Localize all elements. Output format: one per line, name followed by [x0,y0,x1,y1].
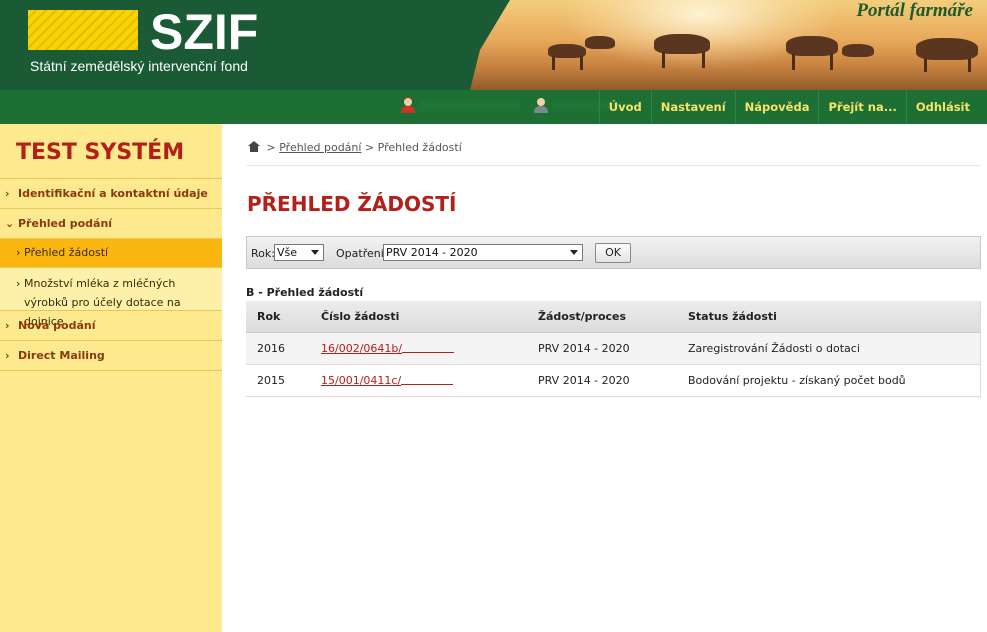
breadcrumb-current: Přehled žádostí [377,141,462,154]
sidebar-item-identifikace[interactable]: › Identifikační a kontaktní údaje [0,178,222,208]
request-number-link[interactable]: 16/002/0641b/ [321,342,402,355]
sidebar-item-label: Identifikační a kontaktní údaje [18,187,208,200]
home-icon[interactable] [248,141,260,152]
sidebar-item-direct-mailing[interactable]: › Direct Mailing [0,340,222,370]
sidebar: TEST SYSTÉM › Identifikační a kontaktní … [0,124,222,632]
cell-status: Bodování projektu - získaný počet bodů [688,374,906,387]
column-header-cislo: Číslo žádosti [321,310,400,323]
sidebar-item-label: Nová podání [18,319,96,332]
system-title: TEST SYSTÉM [16,140,185,165]
opatreni-select-value: PRV 2014 - 2020 [386,246,478,259]
breadcrumb: > Přehled podání > Přehled žádostí [248,140,462,154]
requests-table: Rok Číslo žádosti Žádost/proces Status ž… [246,301,981,397]
chevron-right-icon: › [16,277,21,290]
filter-bar: Rok: Vše Opatření: PRV 2014 - 2020 OK [246,236,981,269]
nav-odhlasit[interactable]: Odhlásit [905,90,979,124]
page-title: PŘEHLED ŽÁDOSTÍ [247,192,457,216]
cow-image [916,38,978,60]
top-navigation: Úvod Nastavení Nápověda Přejít na... Odh… [0,90,987,124]
chevron-right-icon: › [5,187,10,200]
sidebar-menu: › Identifikační a kontaktní údaje ⌄ Přeh… [0,178,222,371]
nav-napoveda[interactable]: Nápověda [734,90,819,124]
sidebar-item-label: Přehled žádostí [24,246,109,259]
cow-image [786,36,838,56]
cell-cislo: 16/002/0641b/ [321,333,455,365]
opatreni-label: Opatření: [336,247,388,260]
column-header-rok: Rok [257,310,281,323]
request-number-link[interactable]: 15/001/0411c/ [321,374,401,387]
sidebar-item-label: Přehled podání [18,217,113,230]
chevron-right-icon: › [5,319,10,332]
szif-flag-logo [28,10,138,50]
cell-zadost: PRV 2014 - 2020 [538,374,630,387]
cow-leg [924,58,927,72]
portal-title: Portál farmáře [856,0,973,21]
rok-select-value: Vše [277,246,298,259]
redacted-field [402,352,455,353]
breadcrumb-separator: > [266,141,276,154]
header-banner: SZIF Státní zemědělský intervenční fond … [0,0,987,90]
chevron-right-icon: › [16,246,21,259]
sidebar-item-nova-podani[interactable]: › Nová podání [0,310,222,340]
cow-leg [968,58,971,72]
cell-rok: 2016 [257,342,285,355]
sidebar-item-mnozstvi-mleka[interactable]: › Množství mléka z mléčných výrobků pro … [0,267,222,328]
cow-leg [702,52,705,68]
table-row: 2016 16/002/0641b/ PRV 2014 - 2020 Zareg… [246,333,981,365]
ok-button[interactable]: OK [595,243,631,263]
chevron-down-icon [568,246,581,259]
cow-leg [662,52,665,68]
breadcrumb-link-prehled-podani[interactable]: Přehled podání [279,141,361,154]
cow-leg [552,56,555,70]
nav-uvod[interactable]: Úvod [598,90,651,124]
sidebar-item-prehled-zadosti[interactable]: › Přehled žádostí [0,238,222,267]
logo-text: SZIF [150,4,259,60]
table-border [980,301,981,398]
cow-leg [830,54,833,70]
nav-nastaveni[interactable]: Nastavení [650,90,735,124]
cow-image [585,36,615,49]
column-header-status: Status žádosti [688,310,777,323]
rok-label: Rok: [251,247,275,260]
cell-zadost: PRV 2014 - 2020 [538,342,630,355]
cell-cislo: 15/001/0411c/ [321,365,454,397]
chevron-right-icon: › [5,349,10,362]
cow-leg [792,54,795,70]
chevron-down-icon [309,246,322,259]
cow-leg [580,56,583,70]
section-label: B - Přehled žádostí [246,286,364,299]
nav-menu: Úvod Nastavení Nápověda Přejít na... Odh… [598,90,979,124]
cow-image [842,44,874,57]
user-icon [533,98,549,114]
chevron-down-icon: ⌄ [5,217,15,230]
breadcrumb-separator: > [364,141,375,154]
divider [246,165,980,166]
rok-select[interactable]: Vše [274,244,324,261]
table-header: Rok Číslo žádosti Žádost/proces Status ž… [246,301,981,333]
sidebar-item-prehled-podani[interactable]: ⌄ Přehled podání [0,208,222,238]
cell-status: Zaregistrování Žádosti o dotaci [688,342,860,355]
cell-rok: 2015 [257,374,285,387]
user-icon [400,97,416,114]
opatreni-select[interactable]: PRV 2014 - 2020 [383,244,583,261]
redacted-field [401,384,454,385]
sidebar-divider [0,370,222,371]
sidebar-item-label: Direct Mailing [18,349,105,362]
user-name-field [420,101,520,111]
column-header-zadost: Žádost/proces [538,310,627,323]
nav-prejit-na[interactable]: Přejít na... [818,90,905,124]
cow-image [654,34,710,54]
logo-subtitle: Státní zemědělský intervenční fond [30,58,248,74]
table-row: 2015 15/001/0411c/ PRV 2014 - 2020 Bodov… [246,365,981,397]
